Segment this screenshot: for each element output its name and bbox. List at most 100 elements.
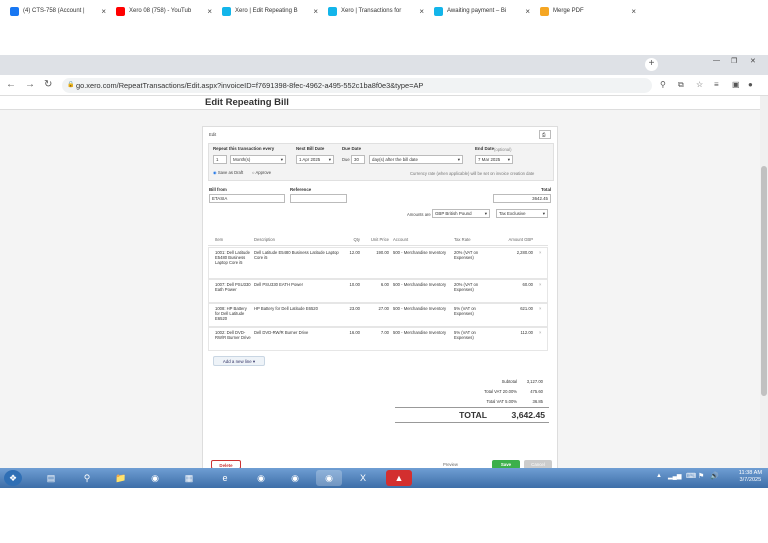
sidebar-icon[interactable]: ▣ [732, 80, 740, 89]
bookmark-star-icon[interactable]: ☆ [696, 80, 703, 89]
search-app-icon[interactable]: ⚲ [74, 470, 100, 486]
table-cell-account[interactable]: 500 - Merchandise Inventory [393, 306, 451, 311]
table-cell-amount[interactable]: 60.00 [499, 282, 533, 287]
tray-chevron-icon[interactable]: ▲ [656, 473, 662, 479]
tab-close-icon[interactable]: × [631, 3, 636, 20]
new-tab-button[interactable]: + [645, 58, 658, 71]
due-rule-select[interactable]: day(s) after the bill date ▾ [369, 155, 463, 164]
print-icon[interactable]: ⎙ [539, 130, 551, 139]
reload-icon[interactable]: ↻ [44, 79, 52, 90]
page-scrollbar[interactable] [760, 96, 768, 468]
tab-close-icon[interactable]: × [313, 3, 318, 20]
search-icon[interactable]: ⚲ [660, 80, 666, 89]
total-input[interactable]: 3642.45 [493, 194, 551, 203]
save-as-draft-radio[interactable]: ◉ Save as Draft [213, 170, 243, 175]
browser-tab[interactable]: Awaiting payment – Bi × [430, 3, 534, 20]
table-cell-tax[interactable]: 5% (VAT on Expenses) [454, 330, 494, 340]
table-cell-price[interactable]: 6.00 [363, 282, 389, 287]
remove-row-icon[interactable]: × [539, 306, 541, 311]
browser-tab[interactable]: Xero 08 (758) - YouTub × [112, 3, 216, 20]
browser-tab[interactable]: Xero | Transactions for × [324, 3, 428, 20]
table-cell-qty[interactable]: 16.00 [348, 330, 360, 335]
pdf-icon[interactable]: ▲ [386, 470, 412, 486]
table-cell-amount[interactable]: 621.00 [499, 306, 533, 311]
tab-close-icon[interactable]: × [207, 3, 212, 20]
forward-icon[interactable]: → [25, 79, 35, 90]
file-explorer-icon[interactable]: ▤ [38, 470, 64, 486]
table-cell-item[interactable]: 1002: Dell DVD-RW/R Burner Drive [215, 330, 251, 340]
table-cell-desc[interactable]: HP Battery for Dell Latitude E6520 [254, 306, 344, 311]
chrome-active-icon[interactable]: ◉ [316, 470, 342, 486]
table-cell-price[interactable]: 7.00 [363, 330, 389, 335]
chrome-icon[interactable]: ◉ [282, 470, 308, 486]
repeat-unit-select[interactable]: Month(s) ▾ [230, 155, 286, 164]
table-cell-price[interactable]: 27.00 [363, 306, 389, 311]
table-cell-tax[interactable]: 5% (VAT on Expenses) [454, 306, 494, 316]
add-line-button[interactable]: Add a new line ▾ [213, 356, 265, 366]
table-cell-tax[interactable]: 20% (VAT on Expenses) [454, 250, 494, 260]
table-cell-account[interactable]: 500 - Merchandise Inventory [393, 330, 451, 335]
currency-select[interactable]: GBP British Pound ▾ [432, 209, 490, 218]
end-date-input[interactable]: 7 Mar 2025 ▾ [475, 155, 513, 164]
table-cell-price[interactable]: 190.00 [363, 250, 389, 255]
firefox-icon[interactable]: ◉ [248, 470, 274, 486]
tax-mode-select[interactable]: Tax Exclusive ▾ [496, 209, 548, 218]
minimize-icon[interactable]: — [713, 57, 720, 64]
preview-link[interactable]: Preview [443, 462, 458, 467]
close-window-icon[interactable]: ✕ [750, 57, 756, 65]
table-cell-desc[interactable]: Dell Latitude E5480 Business Latitude La… [254, 250, 344, 260]
windows-taskbar: ❖ ▤ ⚲ 📁 ◉ ▦ e ◉ ◉ ◉ X ▲ ▲ ▂▄▆ ⌨ ⚑ 🔊 11:3… [0, 468, 768, 488]
table-cell-amount[interactable]: 112.00 [499, 330, 534, 335]
reading-list-icon[interactable]: ≡ [714, 80, 719, 89]
reference-input[interactable] [290, 194, 347, 203]
save-button[interactable]: Save [492, 460, 520, 468]
table-cell-qty[interactable]: 23.00 [348, 306, 360, 311]
delete-button[interactable]: Delete [211, 460, 241, 468]
bill-from-input[interactable]: ETASIA [209, 194, 285, 203]
due-days-input[interactable]: 30 [351, 155, 365, 164]
approve-radio[interactable]: ○ Approve [252, 170, 271, 175]
scrollbar-thumb[interactable] [761, 166, 767, 396]
keyboard-icon[interactable]: ⌨ [686, 472, 696, 480]
profile-avatar[interactable]: ● [748, 80, 753, 89]
table-cell-item[interactable]: 1007: Dell PSU330 Eath Power [215, 282, 251, 292]
tab-close-icon[interactable]: × [101, 3, 106, 20]
url-field[interactable]: 🔒 go.xero.com/RepeatTransactions/Edit.asp… [62, 78, 652, 93]
tab-close-icon[interactable]: × [419, 3, 424, 20]
table-cell-item[interactable]: 1008: HP Battery for Dell Latitude E6520 [215, 306, 251, 321]
repeat-interval-input[interactable]: 1 [213, 155, 227, 164]
table-cell-item[interactable]: 1001: Dell Latitude E5480 Business Lapto… [215, 250, 251, 265]
calculator-icon[interactable]: ▦ [176, 470, 202, 486]
remove-row-icon[interactable]: × [539, 250, 541, 255]
media-player-icon[interactable]: ◉ [142, 470, 168, 486]
ie-browser-icon[interactable]: e [212, 470, 238, 486]
table-cell-account[interactable]: 500 - Merchandise Inventory [393, 250, 451, 255]
browser-tab[interactable]: Xero | Edit Repeating B × [218, 3, 322, 20]
excel-icon[interactable]: X [350, 470, 376, 486]
network-icon[interactable]: ▂▄▆ [668, 473, 681, 480]
next-bill-date-input[interactable]: 1 Apr 2025 ▾ [296, 155, 334, 164]
table-cell-tax[interactable]: 20% (VAT on Expenses) [454, 282, 494, 292]
table-cell-account[interactable]: 500 - Merchandise Inventory [393, 282, 451, 287]
table-cell-amount[interactable]: 2,280.00 [499, 250, 533, 255]
cancel-button[interactable]: Cancel [524, 460, 552, 468]
folder-icon[interactable]: 📁 [108, 470, 134, 486]
remove-row-icon[interactable]: × [539, 330, 541, 335]
restore-icon[interactable]: ❐ [731, 57, 737, 65]
taskbar-clock[interactable]: 11:38 AM 3/7/2025 [739, 470, 762, 484]
table-cell-qty[interactable]: 12.00 [348, 250, 360, 255]
volume-icon[interactable]: 🔊 [710, 472, 719, 480]
total-underline [395, 422, 549, 423]
remove-row-icon[interactable]: × [539, 282, 541, 287]
table-cell-desc[interactable]: Dell DVD-RW/R Burner Drive [254, 330, 344, 335]
amounts-are-label: Amounts are [407, 212, 431, 217]
browser-tab[interactable]: (4) CTS-758 (Account | × [6, 3, 110, 20]
share-icon[interactable]: ⧉ [678, 80, 684, 90]
back-icon[interactable]: ← [6, 79, 16, 90]
tab-close-icon[interactable]: × [525, 3, 530, 20]
start-button[interactable]: ❖ [4, 470, 22, 486]
table-cell-desc[interactable]: Dell PSU330 EATH Power [254, 282, 344, 287]
flag-icon[interactable]: ⚑ [698, 472, 704, 480]
table-cell-qty[interactable]: 10.00 [348, 282, 360, 287]
browser-tab[interactable]: Merge PDF × [536, 3, 640, 20]
